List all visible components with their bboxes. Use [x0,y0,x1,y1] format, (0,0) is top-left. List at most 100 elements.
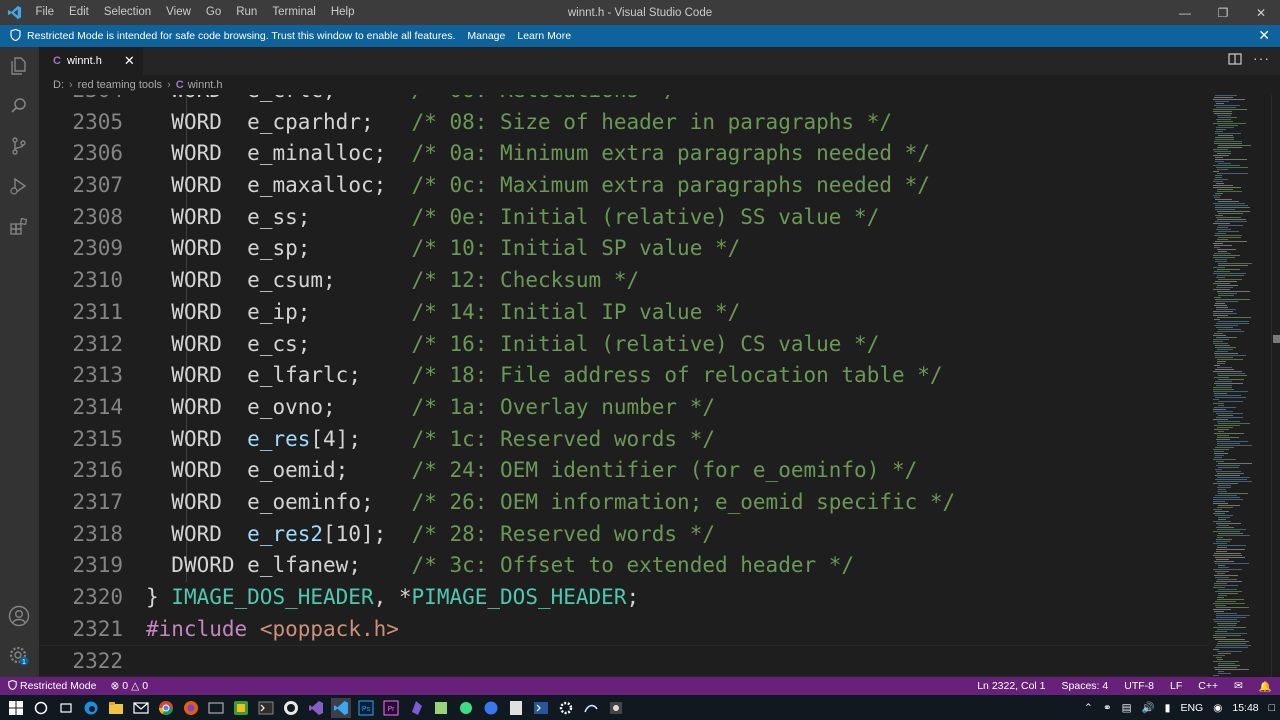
minimap-line [1213,411,1233,412]
minimap-line [1213,661,1239,662]
chevron-up-icon[interactable]: ⌃ [1079,702,1098,714]
code-line: 2312 WORD e_cs; /* 16: Initial (relative… [39,328,1209,361]
task-view-icon[interactable] [56,698,76,718]
close-window-icon[interactable]: ✕ [1242,0,1280,25]
breadcrumb-folder[interactable]: red teaming tools [78,79,162,91]
notification-center-icon[interactable]: □ [1264,702,1280,714]
app-icon-dark[interactable] [606,698,626,718]
code-editor[interactable]: 2304 WORD e_crlc; /* 06: Relocations */2… [39,95,1209,677]
github-icon[interactable] [281,698,301,718]
minimap-line [1217,545,1246,546]
minimap-line [1218,663,1235,664]
code-comment: /* 16: Initial (relative) CS value */ [411,331,880,356]
minimap-line [1216,607,1249,608]
minimap-line [1217,491,1227,492]
usb-icon[interactable]: ⚭ [1098,702,1117,714]
feedback-icon[interactable]: ✉ [1226,680,1251,692]
chrome-icon[interactable] [156,698,176,718]
run-debug-icon[interactable] [8,175,30,197]
problems-status[interactable]: ⊗ 0 △ 0 [104,680,154,692]
edge-icon[interactable] [81,698,101,718]
vscode-taskbar-icon[interactable] [331,697,351,718]
status-bar: Restricted Mode ⊗ 0 △ 0 Ln 2322, Col 1 S… [0,677,1280,695]
type-name: IMAGE_DOS_HEADER [171,585,374,609]
split-editor-icon[interactable] [1228,52,1244,68]
clock[interactable]: 15:48 [1227,702,1263,714]
file-explorer-icon[interactable] [106,698,126,718]
search-icon[interactable] [8,95,30,117]
settings-gear-icon[interactable]: 1 [8,645,30,667]
maximize-icon[interactable]: ❐ [1204,0,1242,25]
vmware-icon[interactable] [206,698,226,718]
minimap-line [1218,673,1231,674]
accounts-icon[interactable] [8,605,30,627]
windows-start-icon[interactable] [6,698,26,718]
semicolon: ; [348,426,361,451]
signal-icon[interactable] [481,698,501,718]
menu-view[interactable]: View [159,0,199,25]
powershell-icon[interactable] [531,698,551,718]
minimize-icon[interactable]: — [1166,0,1204,25]
vertical-scrollbar[interactable] [1271,95,1280,677]
app-icon-green[interactable] [231,698,251,718]
tab-winnt-h[interactable]: C winnt.h ✕ [39,47,143,75]
indentation[interactable]: Spaces: 4 [1054,680,1117,692]
encoding[interactable]: UTF-8 [1116,680,1162,692]
banner-close-icon[interactable]: ✕ [1258,27,1270,44]
end-of-line[interactable]: LF [1162,680,1190,692]
notifications-bell-icon[interactable]: 🔔 [1251,680,1280,693]
language-indicator[interactable]: ENG [1175,702,1208,714]
notepad-icon[interactable] [506,698,526,718]
extensions-icon[interactable] [8,215,30,237]
terminal-icon[interactable] [256,698,276,718]
network-icon[interactable]: ▤ [1117,702,1137,714]
minimap-line [1213,459,1236,460]
search-icon[interactable] [31,698,51,718]
minimap-line [1214,575,1238,576]
explorer-icon[interactable] [8,55,30,77]
field-name: e_cs; [247,331,311,356]
menu-edit[interactable]: Edit [62,0,97,25]
minimap[interactable] [1209,95,1271,677]
breadcrumb-drive[interactable]: D: [53,79,64,91]
menu-go[interactable]: Go [198,0,228,25]
notepadpp-icon[interactable] [431,698,451,718]
menu-terminal[interactable]: Terminal [265,0,323,25]
minimap-line [1213,371,1242,372]
manage-link[interactable]: Manage [467,30,505,42]
line-number: 2322 [72,649,123,674]
language-mode[interactable]: C++ [1190,680,1226,692]
obsidian-icon[interactable] [406,698,426,718]
menu-help[interactable]: Help [323,0,362,25]
kali-icon[interactable] [581,698,601,718]
minimap-line [1213,335,1226,336]
visual-studio-icon[interactable] [306,698,326,718]
tab-close-icon[interactable]: ✕ [124,53,135,69]
battery-icon[interactable]: ▮ [1160,702,1176,714]
source-control-icon[interactable] [8,135,30,157]
settings-icon[interactable] [556,698,576,718]
line-number: 2305 [72,109,123,134]
menu-selection[interactable]: Selection [96,0,158,25]
line-text: WORD e_maxalloc; /* 0c: Maximum extra pa… [146,170,930,202]
minimap-line [1217,189,1233,190]
scrollbar-thumb[interactable] [1273,335,1280,343]
wifi-icon[interactable]: ◉ [1208,702,1227,714]
restricted-mode-status[interactable]: Restricted Mode [0,677,105,695]
photoshop-icon[interactable]: Ps [356,698,376,718]
volume-icon[interactable]: 🔊 [1137,701,1160,714]
premiere-icon[interactable]: Pr [381,698,401,718]
minimap-line [1218,593,1238,594]
breadcrumb-file[interactable]: winnt.h [188,79,223,91]
menu-file[interactable]: File [28,0,62,25]
menu-run[interactable]: Run [229,0,265,25]
android-studio-icon[interactable] [456,698,476,718]
learn-more-link[interactable]: Learn More [517,30,571,42]
code-line: 2309 WORD e_sp; /* 10: Initial SP value … [39,233,1209,266]
cursor-position[interactable]: Ln 2322, Col 1 [969,680,1053,692]
firefox-icon[interactable] [181,698,201,718]
minimap-line [1213,603,1245,604]
more-actions-icon[interactable]: ··· [1253,50,1270,66]
minimap-line [1218,145,1251,146]
mail-icon[interactable] [131,698,151,718]
